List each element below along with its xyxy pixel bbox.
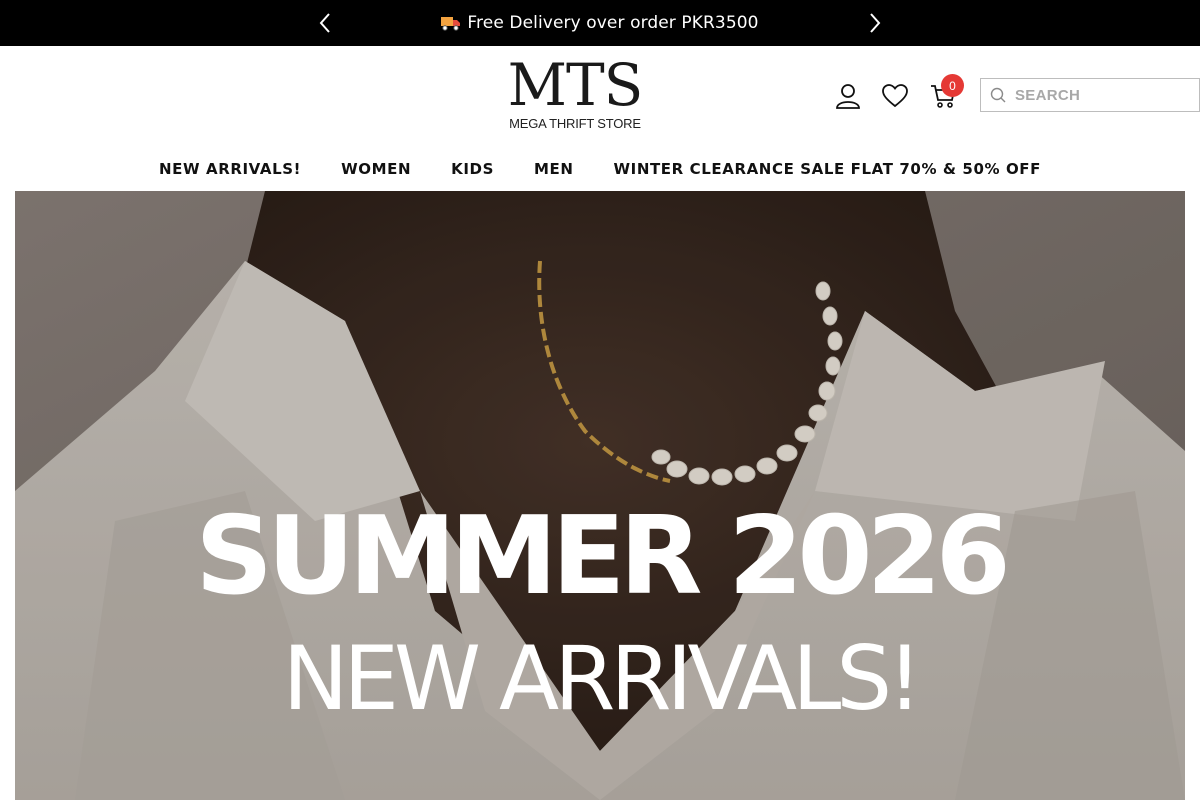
search-icon[interactable] [981,79,1015,111]
account-button[interactable] [834,82,862,110]
chevron-right-icon [870,13,881,33]
hero-headline: SUMMER 2026 [195,494,1011,619]
search-input[interactable] [1015,80,1195,110]
site-header: MTS MEGA THRIFT STORE 0 [0,46,1200,146]
logo-subtitle: MEGA THRIFT STORE [509,116,641,131]
hero-subline: NEW ARRIVALS! [282,627,923,730]
nav-item-women[interactable]: WOMEN [341,160,411,178]
wishlist-button[interactable] [881,82,909,110]
announcement-message: Free Delivery over order PKR3500 [0,0,1200,46]
logo-mark: MTS [507,51,644,119]
heart-icon [882,84,908,108]
user-icon [836,84,860,109]
next-announcement-button[interactable] [863,11,887,35]
hero-banner[interactable]: SUMMER 2026 NEW ARRIVALS! [15,191,1185,800]
nav-item-new-arrivals[interactable]: NEW ARRIVALS! [159,160,301,178]
announcement-text: Free Delivery over order PKR3500 [467,13,759,33]
main-navigation: NEW ARRIVALS! WOMEN KIDS MEN WINTER CLEA… [0,146,1200,191]
nav-item-kids[interactable]: KIDS [451,160,494,178]
truck-icon [441,15,461,31]
cart-count-badge: 0 [941,74,964,97]
nav-item-winter-clearance-sale[interactable]: WINTER CLEARANCE SALE FLAT 70% & 50% OFF [614,160,1041,178]
search-box [980,78,1200,112]
nav-item-men[interactable]: MEN [534,160,574,178]
site-logo[interactable]: MTS MEGA THRIFT STORE [500,56,650,136]
announcement-bar: Free Delivery over order PKR3500 [0,0,1200,46]
